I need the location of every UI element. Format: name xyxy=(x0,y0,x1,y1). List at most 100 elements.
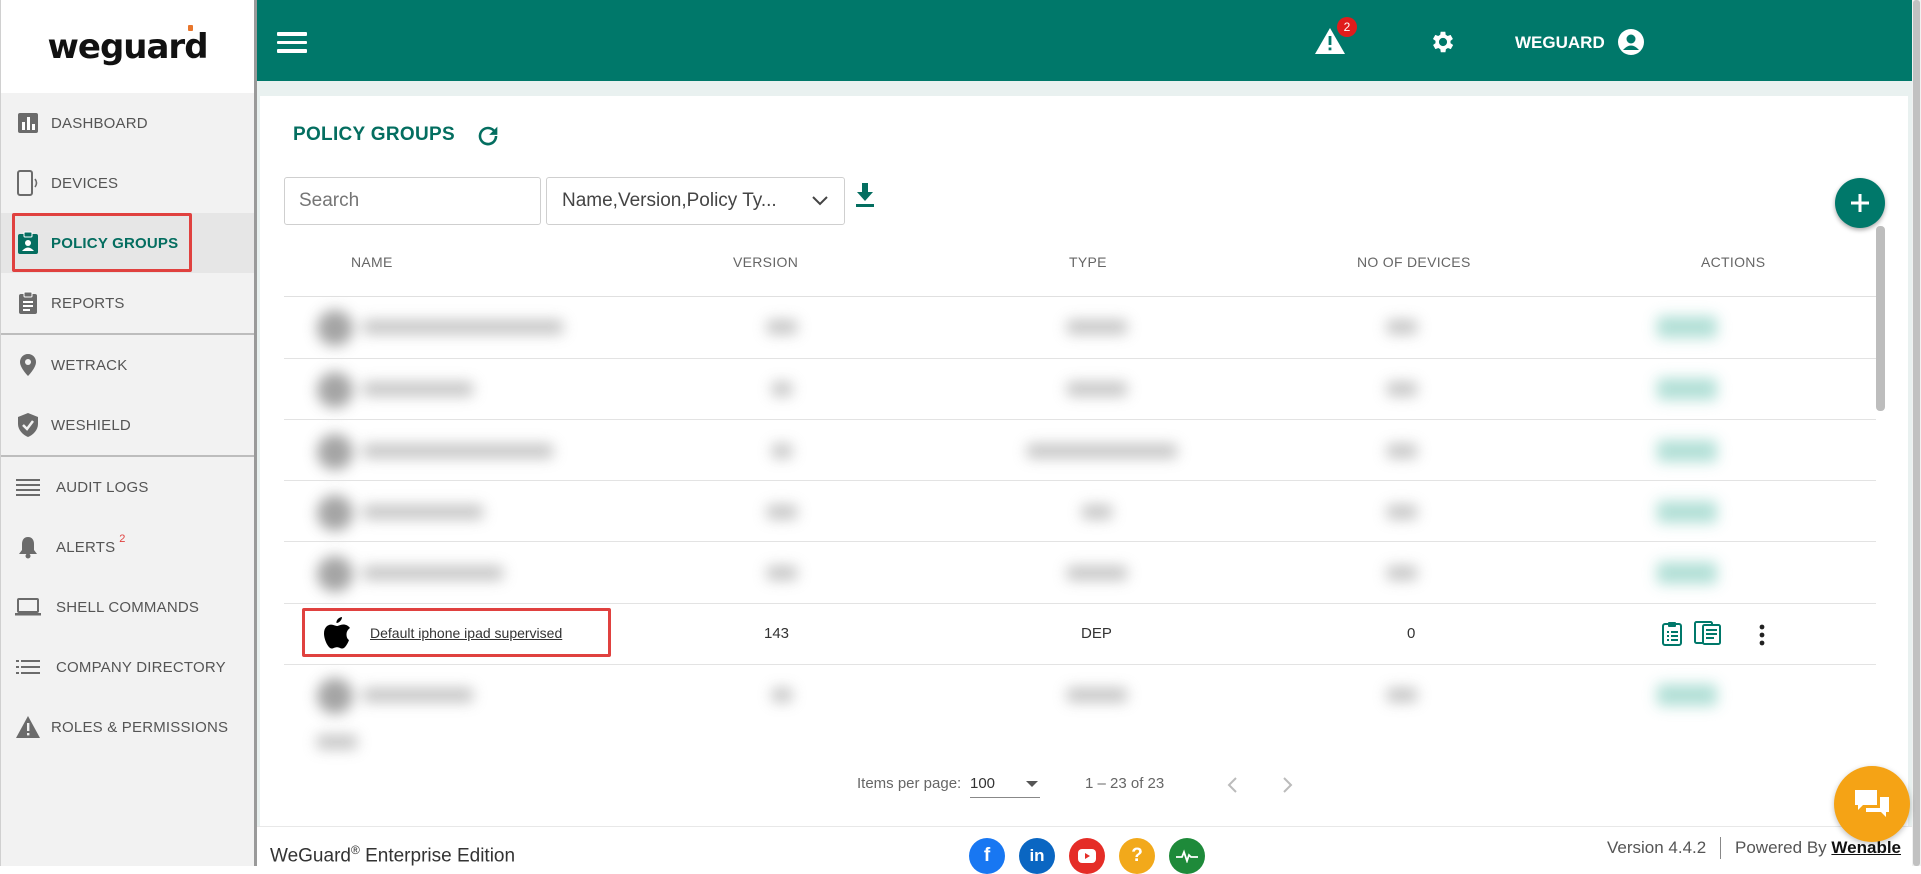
shield-check-icon xyxy=(15,412,41,438)
chat-bubble-icon xyxy=(1855,790,1889,817)
sidebar-item-alerts[interactable]: ALERTS 2 xyxy=(1,517,254,577)
column-header-version[interactable]: VERSION xyxy=(733,254,798,270)
policy-group-name-link[interactable]: Default iphone ipad supervised xyxy=(370,625,562,641)
clipboard-icon xyxy=(15,290,41,316)
sidebar-item-policy-groups[interactable]: POLICY GROUPS xyxy=(1,213,254,273)
nav-group-main: DASHBOARD DEVICES POLICY GROUPS REPORTS xyxy=(1,93,254,335)
menu-icon[interactable] xyxy=(277,32,307,54)
user-avatar-icon[interactable] xyxy=(1617,28,1645,56)
apple-icon xyxy=(324,617,350,649)
bar-chart-icon xyxy=(15,110,41,136)
sidebar-item-label: DEVICES xyxy=(51,174,119,192)
pulse-glyph xyxy=(1176,849,1198,863)
bell-icon xyxy=(15,534,41,560)
more-vert-icon[interactable] xyxy=(1754,623,1770,647)
column-header-devices[interactable]: NO OF DEVICES xyxy=(1357,254,1471,270)
sidebar-item-devices[interactable]: DEVICES xyxy=(1,153,254,213)
version-label: Version 4.4.2 xyxy=(1607,838,1707,857)
edition-label: WeGuard® Enterprise Edition xyxy=(270,843,515,867)
chat-button[interactable] xyxy=(1834,766,1910,842)
header-divider xyxy=(284,296,1876,297)
linkedin-icon[interactable]: in xyxy=(1019,838,1055,874)
table-scrollbar-thumb[interactable] xyxy=(1876,226,1885,411)
sidebar-item-label: AUDIT LOGS xyxy=(56,478,149,496)
sidebar-item-roles-permissions[interactable]: ROLES & PERMISSIONS xyxy=(1,697,254,757)
youtube-play-glyph xyxy=(1078,849,1096,863)
sidebar-item-label: WETRACK xyxy=(51,356,128,374)
page-range-label: 1 – 23 of 23 xyxy=(1085,775,1165,792)
laptop-icon xyxy=(15,594,41,620)
logo-accent xyxy=(188,25,193,31)
sidebar-item-weshield[interactable]: WESHIELD xyxy=(1,395,254,455)
chevron-right-icon[interactable] xyxy=(1280,776,1294,794)
facebook-icon[interactable]: f xyxy=(969,838,1005,874)
phone-icon xyxy=(15,170,41,196)
row-divider xyxy=(284,541,1876,542)
table-scrollbar[interactable] xyxy=(1876,226,1885,750)
items-per-page-value: 100 xyxy=(970,775,996,792)
policy-group-type: DEP xyxy=(1081,625,1112,642)
table-row-blurred xyxy=(307,668,1792,720)
column-header-actions: ACTIONS xyxy=(1701,254,1766,270)
edition-brand: WeGuard xyxy=(270,845,351,867)
status-pulse-icon[interactable] xyxy=(1169,838,1205,874)
sidebar-item-shell-commands[interactable]: SHELL COMMANDS xyxy=(1,577,254,637)
table-row-blurred xyxy=(307,424,1792,476)
top-app-bar xyxy=(257,0,1912,81)
policy-badge-icon xyxy=(15,230,41,256)
chevron-down-icon xyxy=(812,196,828,206)
alerts-count-badge: 2 xyxy=(119,533,126,545)
clipboard-list-icon[interactable] xyxy=(1661,621,1683,647)
sidebar-item-label: DASHBOARD xyxy=(51,114,148,132)
list-icon xyxy=(15,654,41,680)
user-name[interactable]: WEGUARD xyxy=(1515,33,1605,53)
sidebar-item-label: REPORTS xyxy=(51,294,125,312)
table-row-blurred xyxy=(307,300,1792,352)
sidebar-item-label: ALERTS xyxy=(56,538,116,556)
table-row-blurred xyxy=(307,485,1792,537)
gear-icon[interactable] xyxy=(1429,28,1457,56)
search-input[interactable] xyxy=(284,177,541,225)
sidebar-item-label: SHELL COMMANDS xyxy=(56,598,200,616)
sidebar-item-label: WESHIELD xyxy=(51,416,131,434)
edition-suffix: Enterprise Edition xyxy=(359,845,516,867)
logo: weguard xyxy=(47,26,208,67)
location-pin-icon xyxy=(15,352,41,378)
registered-mark: ® xyxy=(350,843,360,857)
table-row-blurred xyxy=(307,546,1792,598)
refresh-icon[interactable] xyxy=(474,122,502,150)
sidebar-item-reports[interactable]: REPORTS xyxy=(1,273,254,333)
copy-policy-icon[interactable] xyxy=(1694,620,1722,646)
sidebar-item-label: POLICY GROUPS xyxy=(51,234,179,252)
plus-icon xyxy=(1851,194,1869,212)
sidebar-item-label: COMPANY DIRECTORY xyxy=(56,658,226,676)
youtube-icon[interactable] xyxy=(1069,838,1105,874)
table-row-blurred xyxy=(307,730,1792,760)
page-scrollbar[interactable] xyxy=(1912,0,1921,866)
download-icon[interactable] xyxy=(853,181,877,209)
column-header-name[interactable]: NAME xyxy=(351,254,393,270)
row-divider xyxy=(284,664,1876,665)
lines-icon xyxy=(15,474,41,500)
help-icon[interactable]: ? xyxy=(1119,838,1155,874)
nav-group-we: WETRACK WESHIELD xyxy=(1,335,254,457)
policy-group-devices: 0 xyxy=(1407,625,1416,642)
sidebar-item-dashboard[interactable]: DASHBOARD xyxy=(1,93,254,153)
warning-icon xyxy=(15,714,41,740)
nav-group-admin: AUDIT LOGS ALERTS 2 SHELL COMMANDS COMPA… xyxy=(1,457,254,757)
column-header-type[interactable]: TYPE xyxy=(1069,254,1107,270)
items-per-page-label: Items per page: xyxy=(857,775,962,792)
policy-group-version: 143 xyxy=(764,625,790,642)
add-policy-group-button[interactable] xyxy=(1835,178,1885,228)
column-filter-select[interactable]: Name,Version,Policy Ty... xyxy=(546,177,845,225)
chevron-left-icon[interactable] xyxy=(1226,776,1240,794)
sidebar-item-wetrack[interactable]: WETRACK xyxy=(1,335,254,395)
items-per-page-select[interactable]: 100 xyxy=(970,770,1040,798)
sidebar-item-company-directory[interactable]: COMPANY DIRECTORY xyxy=(1,637,254,697)
sidebar: weguard DASHBOARD DEVICES POLICY GROUPS xyxy=(0,0,257,866)
powered-by-text: Powered By xyxy=(1735,838,1827,857)
row-divider xyxy=(284,358,1876,359)
table-row-blurred xyxy=(307,362,1792,414)
page-scrollbar-thumb[interactable] xyxy=(1913,0,1920,866)
sidebar-item-audit-logs[interactable]: AUDIT LOGS xyxy=(1,457,254,517)
